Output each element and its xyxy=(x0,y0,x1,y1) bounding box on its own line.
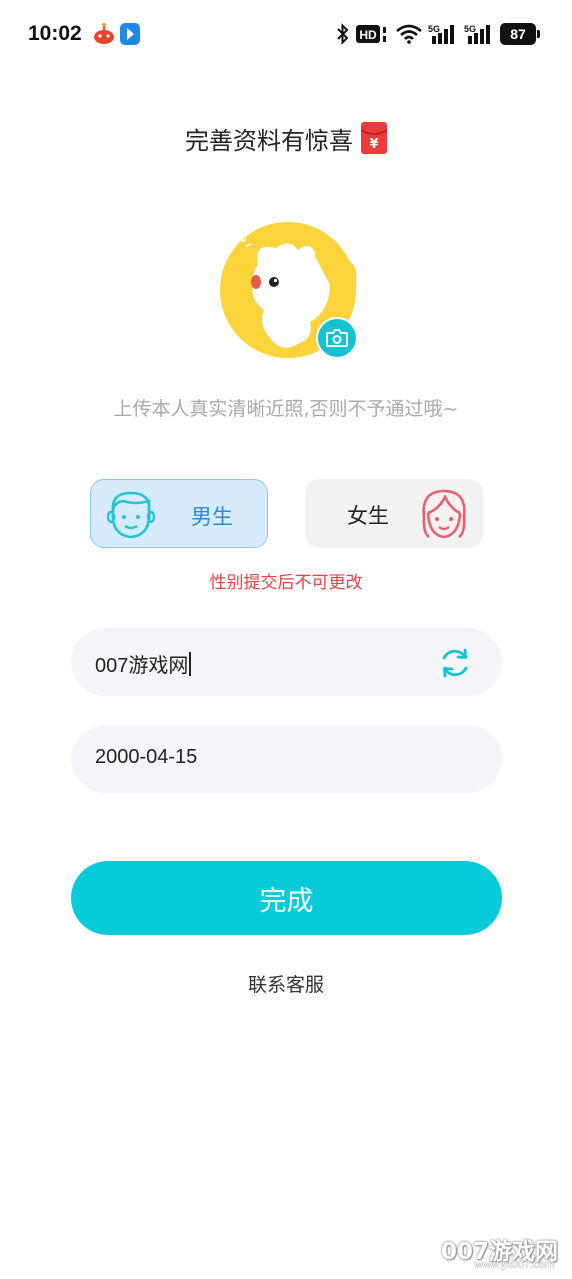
birthday-field[interactable]: 2000-04-15 xyxy=(71,725,502,793)
red-envelope-icon: ¥ xyxy=(361,122,387,154)
page-title: 完善资料有惊喜 ¥ xyxy=(0,118,572,158)
nickname-value: 007游戏网 xyxy=(95,649,192,678)
network-label: 5G xyxy=(464,24,476,34)
network-label: 5G xyxy=(428,24,440,34)
envelope-symbol: ¥ xyxy=(369,137,378,152)
battery-indicator: 87 xyxy=(500,23,540,45)
gender-male-option[interactable]: 男生 xyxy=(90,479,268,548)
text-caret xyxy=(189,652,192,676)
camera-button[interactable] xyxy=(316,317,358,359)
status-time: 10:02 xyxy=(28,22,82,45)
page-title-text: 完善资料有惊喜 xyxy=(185,126,353,155)
nickname-input[interactable]: 007游戏网 xyxy=(71,628,502,696)
birthday-value: 2000-04-15 xyxy=(95,746,198,768)
watermark: 007游戏网 www.yx007.com xyxy=(438,1232,558,1276)
gender-female-label: 女生 xyxy=(347,504,389,528)
camera-icon xyxy=(326,329,348,347)
gender-female-option[interactable]: 女生 xyxy=(305,479,483,548)
refresh-icon[interactable] xyxy=(438,646,472,680)
notification-app-icon xyxy=(94,23,114,44)
gender-warning: 性别提交后不可更改 xyxy=(209,573,363,593)
bluetooth-icon xyxy=(337,23,349,45)
watermark-sub: www.yx007.com xyxy=(474,1259,554,1271)
wifi-icon xyxy=(396,24,422,44)
male-face-icon xyxy=(107,491,155,539)
hd-label: HD xyxy=(359,28,377,42)
notification-app-icon xyxy=(120,23,140,45)
status-bar: 10:02 HD 5G 5G 87 xyxy=(0,0,572,70)
contact-support-link[interactable]: 联系客服 xyxy=(0,970,572,997)
gender-male-label: 男生 xyxy=(191,505,233,529)
submit-button[interactable]: 完成 xyxy=(71,861,502,935)
status-icons: HD 5G 5G 87 xyxy=(336,20,540,48)
signal-5g-icon: 5G xyxy=(428,24,454,44)
hd-icon: HD xyxy=(356,25,386,43)
female-face-icon xyxy=(422,489,466,539)
upload-hint: 上传本人真实清晰近照,否则不予通过哦~ xyxy=(113,398,459,420)
signal-5g-icon: 5G xyxy=(464,24,490,44)
